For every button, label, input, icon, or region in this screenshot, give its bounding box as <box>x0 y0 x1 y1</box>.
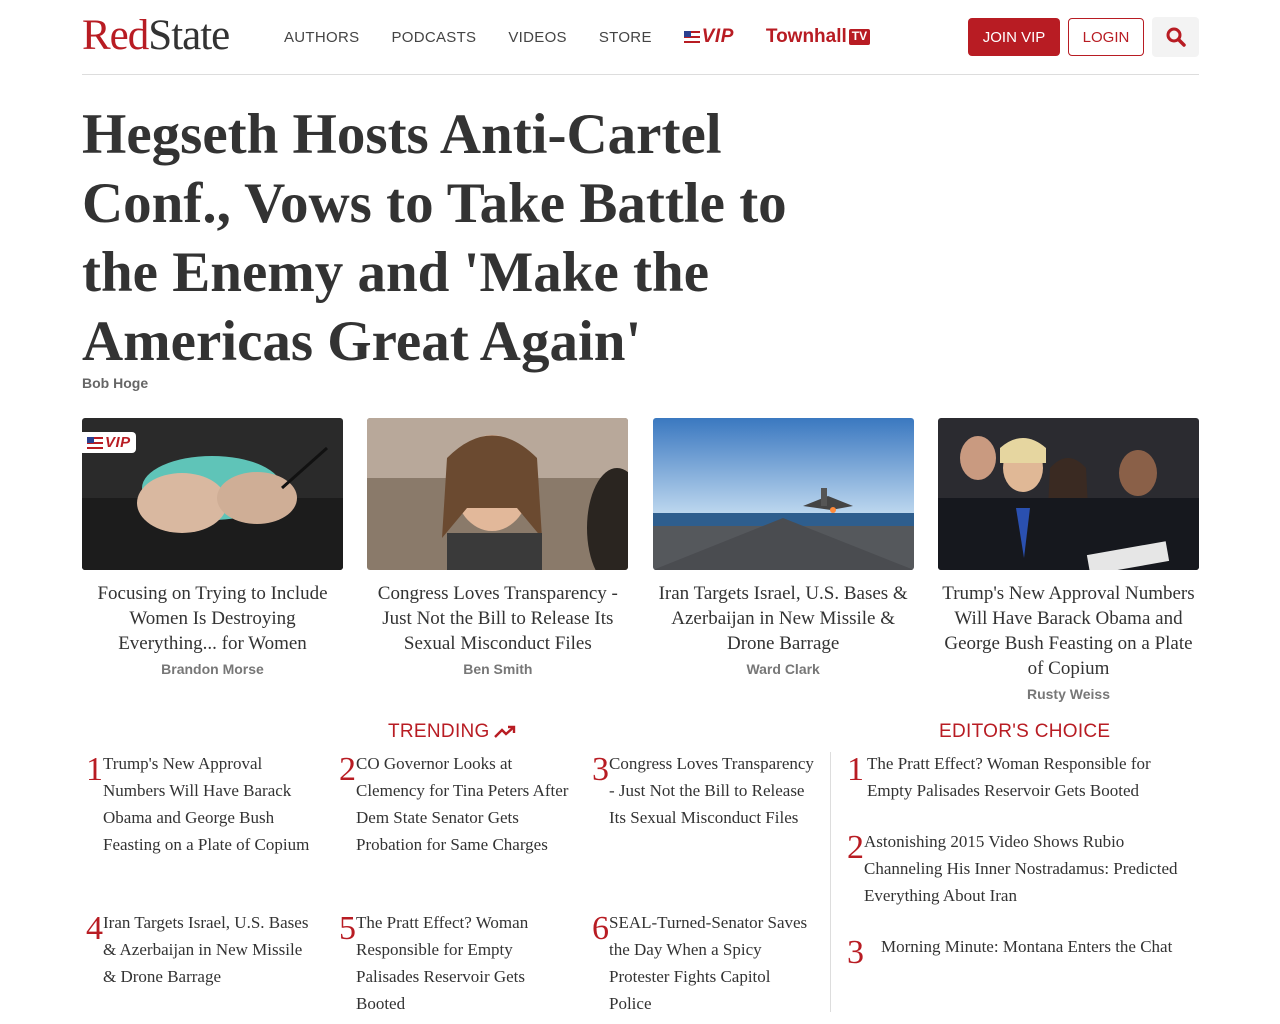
vip-badge-label: VIP <box>105 434 131 451</box>
editors-choice-rank: 2 <box>847 829 864 866</box>
article-byline[interactable]: Bob Hoge <box>82 375 148 391</box>
story-author[interactable]: Ward Clark <box>653 661 914 677</box>
trending-title[interactable]: Iran Targets Israel, U.S. Bases & Azerba… <box>103 909 316 990</box>
story-image-portrait[interactable] <box>367 418 629 570</box>
nav-podcasts[interactable]: PODCASTS <box>391 29 476 46</box>
editors-choice-rank: 3 <box>847 934 864 971</box>
story-author[interactable]: Rusty Weiss <box>938 686 1199 702</box>
townhall-tv-badge: TV <box>848 29 871 45</box>
story-card[interactable]: VIP Focusing on Trying to Include Women … <box>82 418 343 702</box>
site-header: RedState AUTHORS PODCASTS VIDEOS STORE V… <box>82 0 1199 75</box>
story-author[interactable]: Brandon Morse <box>82 661 343 677</box>
nav-vip[interactable]: VIP <box>683 26 734 48</box>
story-image-group[interactable] <box>937 418 1199 570</box>
trending-item[interactable]: 5 The Pratt Effect? Woman Responsible fo… <box>339 909 569 1017</box>
editors-choice-item[interactable]: 1 The Pratt Effect? Woman Responsible fo… <box>847 750 1197 804</box>
column-divider <box>830 752 831 1012</box>
story-card[interactable]: Iran Targets Israel, U.S. Bases & Azerba… <box>652 418 914 702</box>
search-icon <box>1166 27 1186 47</box>
nav-townhall-tv[interactable]: Townhall TV <box>765 26 871 48</box>
flag-icon <box>683 31 700 43</box>
trending-item[interactable]: 4 Iran Targets Israel, U.S. Bases & Azer… <box>86 909 316 990</box>
story-title[interactable]: Iran Targets Israel, U.S. Bases & Azerba… <box>653 581 914 656</box>
trending-rank: 5 <box>339 910 356 947</box>
townhall-label: Townhall <box>765 26 847 47</box>
vip-label: VIP <box>701 26 734 47</box>
vip-badge: VIP <box>82 432 136 453</box>
trending-label: TRENDING <box>388 721 490 742</box>
site-logo[interactable]: RedState <box>82 12 230 59</box>
trending-item[interactable]: 2 CO Governor Looks at Clemency for Tina… <box>339 750 569 858</box>
trending-title[interactable]: Congress Loves Transparency - Just Not t… <box>609 750 820 831</box>
trending-rank: 4 <box>86 910 103 947</box>
editors-choice-title[interactable]: The Pratt Effect? Woman Responsible for … <box>867 750 1197 804</box>
story-card[interactable]: Trump's New Approval Numbers Will Have B… <box>937 418 1199 702</box>
story-title[interactable]: Focusing on Trying to Include Women Is D… <box>82 581 343 656</box>
story-image-controller[interactable]: VIP <box>82 418 343 570</box>
logo-dark-text: State <box>148 12 230 59</box>
story-title[interactable]: Congress Loves Transparency - Just Not t… <box>367 581 628 656</box>
trending-item[interactable]: 1 Trump's New Approval Numbers Will Have… <box>86 750 316 858</box>
editors-choice-item[interactable]: 2 Astonishing 2015 Video Shows Rubio Cha… <box>847 828 1197 909</box>
trending-heading: TRENDING <box>388 721 516 743</box>
article-headline[interactable]: Hegseth Hosts Anti-Cartel Conf., Vows to… <box>82 100 802 376</box>
editors-choice-rank: 1 <box>847 751 864 788</box>
nav-authors[interactable]: AUTHORS <box>284 29 359 46</box>
editors-choice-title[interactable]: Morning Minute: Montana Enters the Chat <box>881 933 1172 972</box>
nav-store[interactable]: STORE <box>599 29 652 46</box>
nav-videos[interactable]: VIDEOS <box>508 29 566 46</box>
main-nav: AUTHORS PODCASTS VIDEOS STORE VIP Townha… <box>284 26 871 48</box>
trending-rank: 1 <box>86 751 103 788</box>
story-image-jet[interactable] <box>652 418 914 570</box>
trending-title[interactable]: The Pratt Effect? Woman Responsible for … <box>356 909 569 1017</box>
trending-item[interactable]: 3 Congress Loves Transparency - Just Not… <box>592 750 820 831</box>
story-title[interactable]: Trump's New Approval Numbers Will Have B… <box>938 581 1199 681</box>
logo-red-text: Red <box>82 12 149 59</box>
trending-title[interactable]: CO Governor Looks at Clemency for Tina P… <box>356 750 569 858</box>
trending-rank: 6 <box>592 910 609 947</box>
trending-title[interactable]: Trump's New Approval Numbers Will Have B… <box>103 750 316 858</box>
trending-rank: 2 <box>339 751 356 788</box>
story-cards: VIP Focusing on Trying to Include Women … <box>82 418 1199 702</box>
trending-item[interactable]: 6 SEAL-Turned-Senator Saves the Day When… <box>592 909 812 1017</box>
story-author[interactable]: Ben Smith <box>367 661 628 677</box>
flag-icon <box>87 436 103 449</box>
editors-choice-title[interactable]: Astonishing 2015 Video Shows Rubio Chann… <box>864 828 1197 909</box>
join-vip-button[interactable]: JOIN VIP <box>968 18 1060 56</box>
trending-title[interactable]: SEAL-Turned-Senator Saves the Day When a… <box>609 909 812 1017</box>
story-card[interactable]: Congress Loves Transparency - Just Not t… <box>367 418 629 702</box>
editors-choice-heading: EDITOR'S CHOICE <box>939 721 1111 742</box>
trending-rank: 3 <box>592 751 609 788</box>
trending-up-icon <box>493 725 515 738</box>
editors-choice-item[interactable]: 3 Morning Minute: Montana Enters the Cha… <box>847 933 1197 972</box>
search-button[interactable] <box>1152 17 1199 57</box>
login-button[interactable]: LOGIN <box>1068 18 1144 56</box>
